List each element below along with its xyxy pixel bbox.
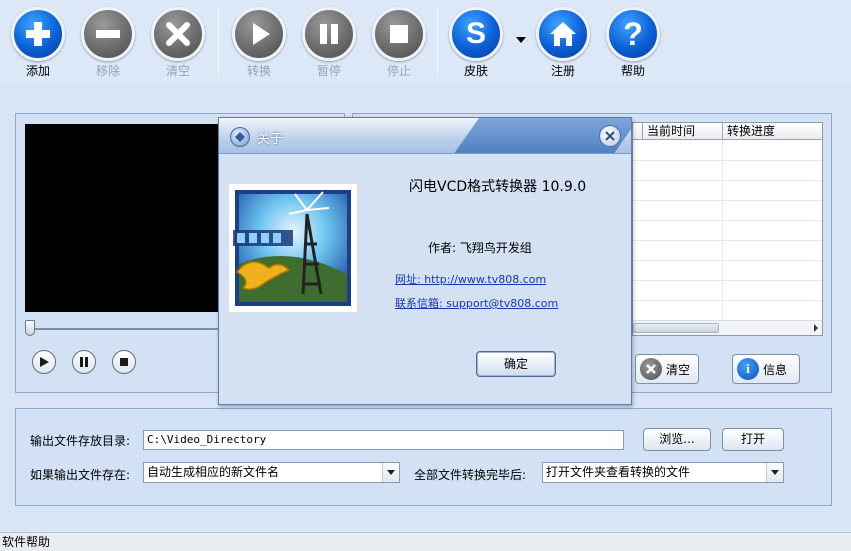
stop-button[interactable]: 停止	[369, 7, 429, 79]
question-icon: ?	[606, 7, 660, 61]
toolbar-separator	[437, 8, 438, 76]
help-button[interactable]: ? 帮助	[603, 7, 663, 79]
skin-dropdown-arrow-icon[interactable]	[516, 37, 526, 43]
info-icon: i	[737, 358, 759, 380]
remove-button[interactable]: 移除	[78, 7, 138, 79]
pause-button[interactable]: 暂停	[299, 7, 359, 79]
grid-line	[722, 140, 723, 320]
skin-icon: S	[449, 7, 503, 61]
chevron-down-icon[interactable]	[382, 463, 399, 482]
skin-button[interactable]: S 皮肤	[446, 7, 506, 79]
grid-line	[633, 180, 822, 181]
app-logo	[229, 184, 357, 312]
player-play-button[interactable]	[32, 350, 56, 374]
browse-button[interactable]: 浏览...	[643, 428, 711, 451]
grid-line	[633, 300, 822, 301]
app-name: 闪电VCD格式转换器 10.9.0	[409, 179, 587, 195]
grid-line	[633, 240, 822, 241]
ok-button[interactable]: 确定	[476, 351, 556, 377]
about-dialog: 关于 闪电VCD格式转换器 10.9.0 作者: 飞翔鸟开发组 网址: http…	[218, 117, 632, 405]
x-icon	[640, 358, 662, 380]
plus-icon	[11, 7, 65, 61]
clear-button[interactable]: 清空	[635, 354, 699, 384]
info-button-label: 信息	[763, 362, 788, 377]
output-dir-label: 输出文件存放目录:	[30, 434, 131, 448]
register-button[interactable]: 注册	[533, 7, 593, 79]
play-icon	[40, 357, 49, 367]
seek-bar-thumb[interactable]	[25, 320, 35, 336]
video-preview	[25, 124, 225, 312]
dialog-title: 关于	[257, 132, 284, 147]
email-link[interactable]: 联系信箱: support@tv808.com	[395, 295, 558, 311]
player-pause-button[interactable]	[72, 350, 96, 374]
x-icon	[151, 7, 205, 61]
grid-line	[633, 280, 822, 281]
chevron-down-icon[interactable]	[766, 463, 783, 482]
seek-bar-track[interactable]	[25, 328, 225, 330]
info-button[interactable]: i 信息	[732, 354, 800, 384]
status-bar: 软件帮助	[0, 532, 851, 551]
pause-label: 暂停	[316, 64, 341, 78]
website-link[interactable]: 网址: http://www.tv808.com	[395, 271, 546, 287]
file-exists-value: 自动生成相应的新文件名	[147, 465, 280, 479]
scrollbar-thumb[interactable]	[633, 323, 719, 333]
file-list-table[interactable]: 当前时间 转换进度	[632, 122, 823, 336]
minus-icon	[81, 7, 135, 61]
status-text[interactable]: 软件帮助	[2, 535, 50, 549]
toolbar-separator	[218, 8, 219, 76]
stop-label: 停止	[386, 64, 411, 78]
after-complete-select[interactable]: 打开文件夹查看转换的文件	[542, 462, 784, 483]
scroll-right-arrow-icon[interactable]	[814, 324, 818, 332]
column-header-progress[interactable]: 转换进度	[723, 123, 822, 140]
column-header-current-time[interactable]: 当前时间	[643, 123, 723, 140]
file-exists-select[interactable]: 自动生成相应的新文件名	[143, 462, 400, 483]
skin-icon-letter: S	[465, 17, 486, 50]
clear-button-label: 清空	[666, 362, 691, 377]
app-icon	[230, 127, 250, 147]
column-header-hidden[interactable]	[633, 123, 643, 140]
toolbar: 添加 移除 清空 转换 暂停 停止 S 皮肤 注册 ? 帮助	[0, 0, 851, 84]
grid-line	[633, 160, 822, 161]
grid-line	[633, 220, 822, 221]
remove-label: 移除	[95, 64, 120, 78]
add-button[interactable]: 添加	[8, 7, 68, 79]
pause-icon	[80, 357, 88, 367]
dialog-title-bar[interactable]: 关于	[219, 118, 631, 154]
info-icon-glyph: i	[746, 361, 750, 376]
horizontal-scrollbar[interactable]	[633, 320, 822, 335]
stop-icon	[372, 7, 426, 61]
author-text: 作者: 飞翔鸟开发组	[428, 241, 532, 255]
close-icon[interactable]	[599, 125, 621, 147]
add-label: 添加	[25, 64, 50, 78]
player-stop-button[interactable]	[112, 350, 136, 374]
output-dir-input[interactable]: C:\Video_Directory	[143, 430, 624, 450]
register-label: 注册	[550, 64, 575, 78]
convert-button[interactable]: 转换	[229, 7, 289, 79]
grid-line	[633, 200, 822, 201]
clear-list-button[interactable]: 清空	[148, 7, 208, 79]
file-exists-label: 如果输出文件存在:	[30, 468, 131, 482]
clear-list-label: 清空	[165, 64, 190, 78]
pause-icon	[302, 7, 356, 61]
help-icon-glyph: ?	[623, 15, 643, 52]
after-complete-value: 打开文件夹查看转换的文件	[546, 465, 691, 479]
open-button[interactable]: 打开	[722, 428, 784, 451]
output-settings-panel	[15, 408, 832, 506]
convert-label: 转换	[246, 64, 271, 78]
skin-label: 皮肤	[463, 64, 488, 78]
stop-icon	[120, 358, 128, 366]
play-icon	[232, 7, 286, 61]
help-label: 帮助	[620, 64, 645, 78]
after-complete-label: 全部文件转换完毕后:	[414, 468, 527, 482]
grid-line	[633, 260, 822, 261]
home-icon	[536, 7, 590, 61]
